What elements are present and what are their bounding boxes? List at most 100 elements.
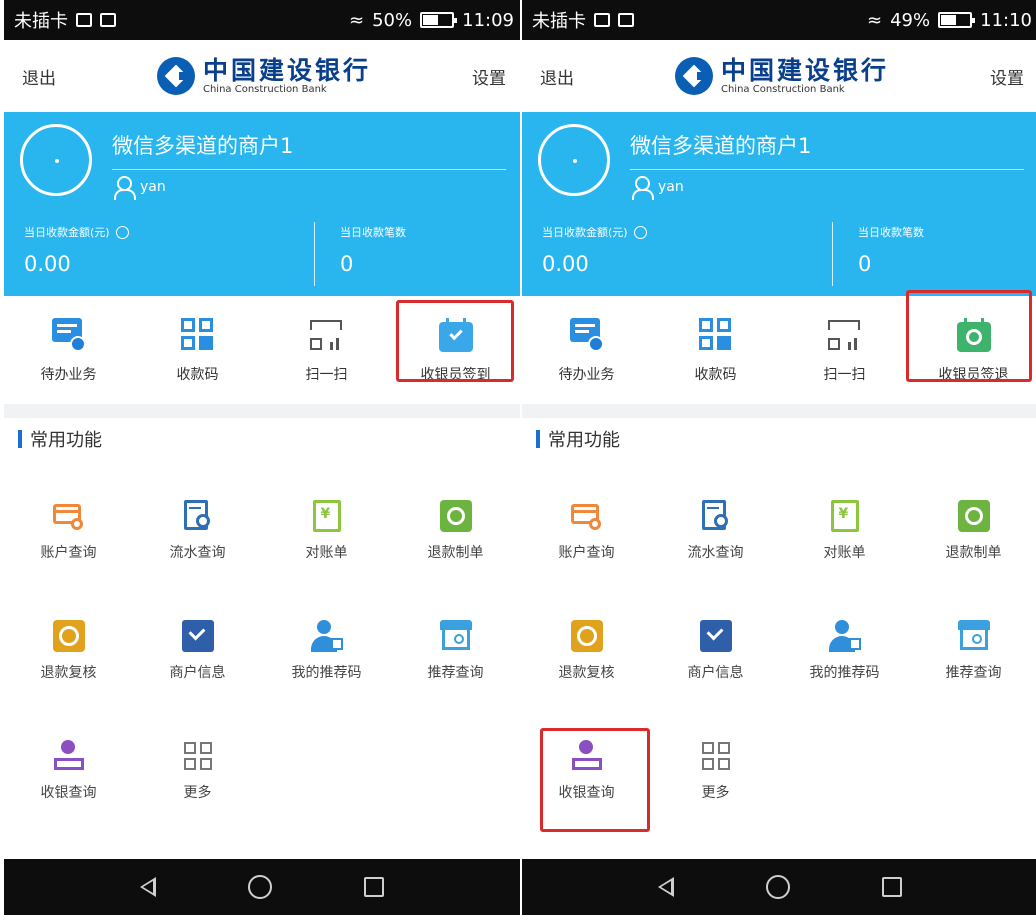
- func-refund-review[interactable]: 退款复核: [522, 618, 651, 738]
- clock: 11:10: [980, 9, 1032, 31]
- menu-qr-code[interactable]: 收款码: [133, 296, 262, 404]
- app-header: 退出 中国建设银行 China Construction Bank 设置: [4, 40, 520, 112]
- android-nav-bar: [522, 859, 1036, 915]
- function-grid: 账户查询 流水查询 ¥ 对账单 退款制单 退款复核 商户信息 我的推荐码 推荐查…: [4, 460, 520, 858]
- eye-icon[interactable]: [633, 225, 647, 239]
- scan-icon: [826, 316, 864, 354]
- divider: [112, 169, 506, 170]
- eye-icon[interactable]: [115, 225, 129, 239]
- user-icon: [632, 176, 654, 200]
- func-refund-create[interactable]: 退款制单: [391, 498, 520, 618]
- amount-value: 0.00: [24, 252, 71, 276]
- back-icon[interactable]: [140, 877, 156, 897]
- func-transaction-search[interactable]: 流水查询: [133, 498, 262, 618]
- exit-button[interactable]: 退出: [22, 64, 70, 89]
- menu-label: 扫一扫: [305, 367, 348, 383]
- merchant-name: 微信多渠道的商户1: [112, 134, 294, 158]
- func-statement[interactable]: ¥ 对账单: [262, 498, 391, 618]
- func-refund-create[interactable]: 退款制单: [909, 498, 1036, 618]
- battery-icon: [938, 12, 976, 28]
- bank-brand: 中国建设银行 China Construction Bank: [156, 55, 371, 95]
- status-bar: 未插卡 ≈ 50% 11:09: [4, 0, 520, 40]
- status-bar: 未插卡 ≈ 49% 11:10: [522, 0, 1036, 40]
- referral-search-icon: [956, 618, 992, 654]
- merchant-info-icon: [180, 618, 216, 654]
- divider: [314, 222, 315, 286]
- func-label: 我的推荐码: [291, 665, 362, 681]
- top-menu: 待办业务 收款码 扫一扫: [522, 290, 1036, 404]
- menu-label: 待办业务: [40, 367, 97, 383]
- battery-percent: 50%: [372, 9, 413, 31]
- menu-scan[interactable]: 扫一扫: [262, 296, 391, 404]
- todo-icon: [568, 316, 606, 354]
- home-icon[interactable]: [766, 875, 790, 899]
- func-account-search[interactable]: 账户查询: [522, 498, 651, 618]
- func-transaction-search[interactable]: 流水查询: [651, 498, 780, 618]
- back-icon[interactable]: [658, 877, 674, 897]
- menu-label: 收款码: [694, 367, 737, 383]
- func-label: 退款复核: [558, 665, 615, 681]
- app-header: 退出 中国建设银行 China Construction Bank 设置: [522, 40, 1036, 112]
- func-more[interactable]: 更多: [651, 738, 780, 858]
- func-cashier-search[interactable]: 收银查询: [4, 738, 133, 858]
- notification-icon: [100, 13, 116, 27]
- ccb-logo-icon: [156, 57, 195, 95]
- transaction-search-icon: [698, 498, 734, 534]
- func-statement[interactable]: ¥ 对账单: [780, 498, 909, 618]
- count-value: 0: [340, 252, 354, 276]
- brand-name-en: China Construction Bank: [202, 83, 327, 95]
- avatar[interactable]: [538, 124, 610, 196]
- ccb-logo-icon: [674, 57, 713, 95]
- settings-button[interactable]: 设置: [458, 64, 506, 89]
- cashier-search-icon: [51, 738, 87, 774]
- highlight-box: [906, 290, 1032, 382]
- carrier-label: 未插卡: [14, 11, 68, 32]
- menu-todo[interactable]: 待办业务: [4, 296, 133, 404]
- menu-todo[interactable]: 待办业务: [522, 296, 651, 404]
- avatar[interactable]: [20, 124, 92, 196]
- phone-screen-sign-in: 未插卡 ≈ 50% 11:09 退出 中国建设银行 China Construc…: [4, 0, 520, 915]
- recent-apps-icon[interactable]: [364, 877, 384, 897]
- func-label: 商户信息: [169, 665, 226, 681]
- count-value: 0: [858, 252, 872, 276]
- stat-count: 当日收款笔数 0: [858, 224, 924, 276]
- func-merchant-info[interactable]: 商户信息: [133, 618, 262, 738]
- statement-icon: ¥: [827, 498, 863, 534]
- user-icon: [114, 176, 136, 200]
- scan-icon: [308, 316, 346, 354]
- func-referral-code[interactable]: 我的推荐码: [780, 618, 909, 738]
- menu-scan[interactable]: 扫一扫: [780, 296, 909, 404]
- home-icon[interactable]: [248, 875, 272, 899]
- func-more[interactable]: 更多: [133, 738, 262, 858]
- func-label: 更多: [183, 785, 212, 801]
- divider: [630, 169, 1024, 170]
- referral-search-icon: [438, 618, 474, 654]
- exit-button[interactable]: 退出: [540, 64, 588, 89]
- refund-review-icon: [569, 618, 605, 654]
- notification-icon: [618, 13, 634, 27]
- func-referral-code[interactable]: 我的推荐码: [262, 618, 391, 738]
- func-merchant-info[interactable]: 商户信息: [651, 618, 780, 738]
- count-label: 当日收款笔数: [858, 226, 924, 239]
- func-label: 退款复核: [40, 665, 97, 681]
- menu-label: 待办业务: [558, 367, 615, 383]
- section-header: 常用功能: [522, 418, 1036, 460]
- battery-percent: 49%: [890, 9, 931, 31]
- recent-apps-icon[interactable]: [882, 877, 902, 897]
- settings-button[interactable]: 设置: [976, 64, 1024, 89]
- func-refund-review[interactable]: 退款复核: [4, 618, 133, 738]
- section-bar: [536, 430, 540, 448]
- func-label: 更多: [701, 785, 730, 801]
- func-label: 商户信息: [687, 665, 744, 681]
- stat-count: 当日收款笔数 0: [340, 224, 406, 276]
- func-referral-search[interactable]: 推荐查询: [909, 618, 1036, 738]
- refund-create-icon: [956, 498, 992, 534]
- func-account-search[interactable]: 账户查询: [4, 498, 133, 618]
- brand-name-cn: 中国建设银行: [202, 55, 371, 85]
- menu-label: 扫一扫: [823, 367, 866, 383]
- func-referral-search[interactable]: 推荐查询: [391, 618, 520, 738]
- referral-code-icon: [827, 618, 863, 654]
- amount-label: 当日收款金额(元): [542, 226, 628, 239]
- refund-create-icon: [438, 498, 474, 534]
- menu-qr-code[interactable]: 收款码: [651, 296, 780, 404]
